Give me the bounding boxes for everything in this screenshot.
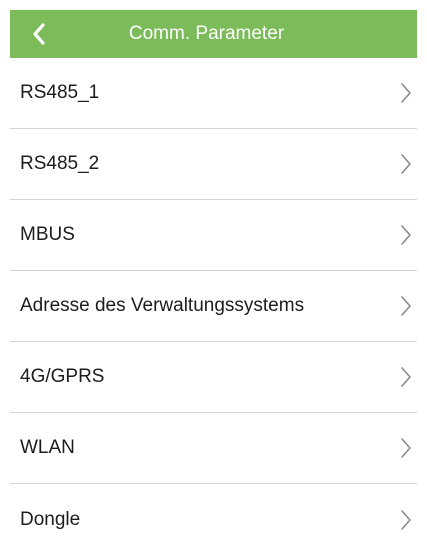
list-item-label: MBUS — [20, 224, 75, 245]
chevron-right-icon — [401, 509, 411, 530]
list-item-label: Dongle — [20, 508, 81, 530]
comm-parameter-screen: Comm. Parameter RS485_1 RS485_2 MBUS Adr… — [0, 0, 427, 550]
list-item-label: RS485_2 — [20, 153, 100, 174]
chevron-right-icon — [401, 83, 411, 103]
list-item-rs485-2[interactable]: RS485_2 — [10, 129, 417, 200]
parameter-list: RS485_1 RS485_2 MBUS Adresse des Verwalt… — [10, 58, 417, 550]
chevron-right-icon — [401, 225, 411, 245]
list-item-label: WLAN — [20, 437, 75, 458]
list-item-label: Adresse des Verwaltungssystems — [20, 295, 305, 316]
list-item-dongle[interactable]: Dongle — [10, 484, 417, 550]
header-bar: Comm. Parameter — [10, 10, 417, 58]
page-title: Comm. Parameter — [128, 23, 285, 44]
chevron-right-icon — [401, 367, 411, 387]
chevron-right-icon — [401, 438, 411, 458]
chevron-right-icon — [401, 296, 411, 316]
list-item-mbus[interactable]: MBUS — [10, 200, 417, 271]
list-item-management-system-address[interactable]: Adresse des Verwaltungssystems — [10, 271, 417, 342]
list-item-wlan[interactable]: WLAN — [10, 413, 417, 484]
chevron-right-icon — [401, 154, 411, 174]
list-item-4g-gprs[interactable]: 4G/GPRS — [10, 342, 417, 413]
list-item-label: 4G/GPRS — [20, 366, 105, 387]
list-item-label: RS485_1 — [20, 82, 100, 103]
list-item-rs485-1[interactable]: RS485_1 — [10, 58, 417, 129]
